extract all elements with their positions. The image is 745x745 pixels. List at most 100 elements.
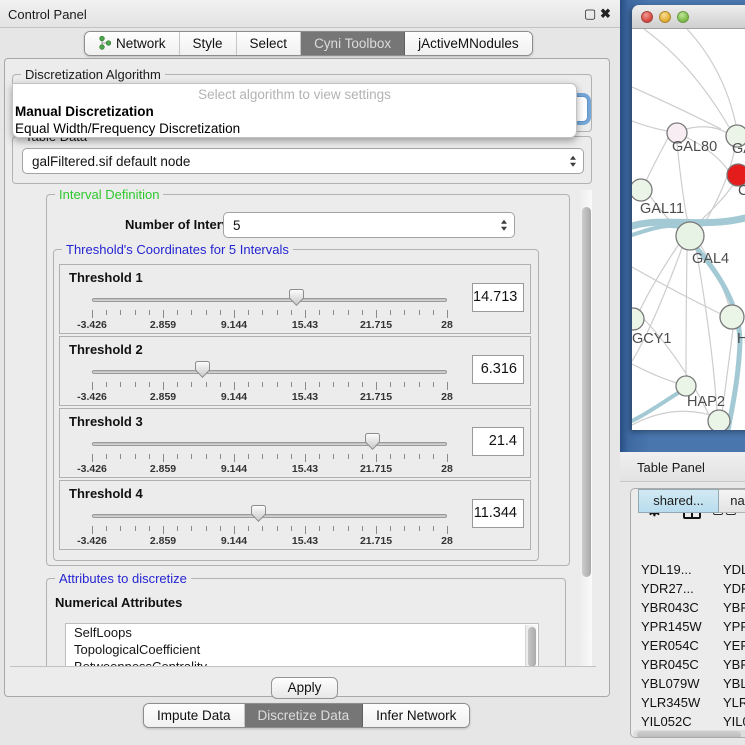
network-edge[interactable] [646, 138, 668, 181]
network-edge[interactable] [686, 127, 727, 133]
close-icon[interactable]: ✖ [600, 6, 611, 22]
tick-mark [419, 526, 420, 531]
bottom-tab-impute-data[interactable]: Impute Data [144, 704, 245, 727]
slider-track[interactable] [92, 370, 447, 374]
top-tab-cyni-toolbox[interactable]: Cyni Toolbox [301, 32, 405, 55]
number-of-intervals-select[interactable]: 5 [223, 212, 515, 238]
network-edge-thick[interactable] [632, 393, 678, 421]
tick-mark [220, 310, 221, 315]
scrollbar-thumb[interactable] [582, 207, 591, 577]
table-row[interactable]: YIL052CYIL052C [631, 714, 745, 728]
bottom-tab-discretize-data[interactable]: Discretize Data [245, 704, 364, 727]
tick-mark [376, 382, 377, 390]
table-row[interactable]: YLR345WYLR345W [631, 695, 745, 714]
table-row[interactable]: YBR045CYBR045C [631, 657, 745, 676]
network-node[interactable] [676, 376, 696, 396]
table-panel-titlebar: Table Panel [620, 452, 745, 482]
top-tab-select[interactable]: Select [237, 32, 302, 55]
network-edge[interactable] [686, 250, 687, 376]
cell-shared-name: YIL052C [641, 714, 692, 728]
numerical-attributes-list[interactable]: SelfLoopsTopologicalCoefficientBetweenne… [65, 623, 539, 666]
top-tab-style[interactable]: Style [180, 32, 237, 55]
table-row[interactable]: YDL19...YDL19... [631, 562, 745, 581]
network-node[interactable] [720, 305, 744, 329]
column-header-shared-name[interactable]: shared... [638, 489, 719, 513]
tick-mark [404, 382, 405, 387]
attribute-list-item[interactable]: SelfLoops [66, 624, 538, 641]
tick-mark [362, 310, 363, 315]
network-node[interactable] [676, 222, 704, 250]
tick-label: 21.715 [360, 319, 392, 331]
tab-label: Impute Data [157, 708, 231, 723]
column-header-name[interactable]: name [719, 489, 745, 513]
top-tab-network[interactable]: Network [85, 32, 180, 55]
top-tab-jactivemnodules[interactable]: jActiveMNodules [405, 32, 532, 55]
tick-label: 21.715 [360, 391, 392, 403]
tick-mark [106, 454, 107, 459]
close-traffic-light-icon[interactable] [641, 11, 653, 23]
threshold-value-field[interactable]: 11.344 [472, 499, 524, 528]
tick-mark [390, 454, 391, 459]
slider-thumb-icon[interactable] [195, 361, 210, 378]
threshold-label: Threshold 4 [69, 486, 143, 501]
tick-mark [291, 310, 292, 315]
network-edge[interactable] [632, 121, 668, 131]
table-horizontal-scrollbar[interactable] [633, 730, 745, 738]
zoom-traffic-light-icon[interactable] [677, 11, 689, 23]
attributes-list-scrollbar[interactable] [525, 625, 537, 666]
tick-label: 28 [441, 391, 453, 403]
tick-mark [92, 382, 93, 390]
table-row[interactable]: YER054CYER054C [631, 638, 745, 657]
slider-track[interactable] [92, 514, 447, 518]
slider-thumb-icon[interactable] [365, 433, 380, 450]
network-node-label: GAL11 [640, 201, 684, 217]
desktop-background: GAL80GAGAL11CGAL4GCY1HHAP2 [620, 0, 745, 452]
threshold-value-field[interactable]: 6.316 [472, 355, 524, 384]
attribute-list-item[interactable]: TopologicalCoefficient [66, 641, 538, 658]
algorithm-option[interactable]: Manual Discretization [13, 103, 576, 120]
tick-mark [163, 310, 164, 318]
table-row[interactable]: YDR27...YDR27... [631, 581, 745, 600]
settings-scrollbar[interactable] [580, 190, 592, 666]
slider-thumb-icon[interactable] [251, 505, 266, 522]
tick-mark [333, 454, 334, 459]
tick-mark [348, 310, 349, 315]
apply-button[interactable]: Apply [271, 677, 338, 699]
network-edge[interactable] [632, 267, 721, 314]
threshold-value-field[interactable]: 21.4 [472, 427, 524, 456]
scrollbar-thumb[interactable] [528, 627, 536, 666]
slider-track[interactable] [92, 298, 447, 302]
network-canvas[interactable]: GAL80GAGAL11CGAL4GCY1HHAP2 [632, 29, 745, 430]
tick-label: 15.43 [292, 463, 318, 475]
tick-mark [92, 310, 93, 318]
tick-label: 9.144 [221, 463, 247, 475]
bottom-tab-infer-network[interactable]: Infer Network [363, 704, 469, 727]
table-data-select[interactable]: galFiltered.sif default node [22, 148, 584, 174]
tick-mark [433, 526, 434, 531]
tick-label: 2.859 [150, 535, 176, 547]
tick-mark [135, 454, 136, 459]
cell-name: YLR345W [723, 695, 745, 710]
table-row[interactable]: YBR043CYBR043C [631, 600, 745, 619]
table-row[interactable]: YPR145WYPR145W [631, 619, 745, 638]
network-edge[interactable] [640, 244, 679, 310]
slider-thumb-icon[interactable] [289, 289, 304, 306]
threshold-value-field[interactable]: 14.713 [472, 283, 524, 312]
float-window-icon[interactable]: ▢ [584, 6, 596, 22]
scrollbar-thumb[interactable] [637, 731, 741, 738]
tick-mark [191, 526, 192, 531]
network-node[interactable] [708, 410, 730, 430]
minimize-traffic-light-icon[interactable] [659, 11, 671, 23]
table-row[interactable]: YBL079WYBL079W [631, 676, 745, 695]
network-node[interactable] [632, 179, 652, 201]
threshold-row: Threshold 3 -3.4262.8599.14415.4321.7152… [59, 408, 531, 478]
algorithm-option[interactable]: Equal Width/Frequency Discretization [13, 120, 576, 137]
slider-track[interactable] [92, 442, 447, 446]
tick-mark [277, 310, 278, 315]
network-node[interactable] [632, 308, 644, 330]
attribute-list-item[interactable]: BetweennessCentrality [66, 658, 538, 666]
algorithm-dropdown-popup: Select algorithm to view settings Manual… [12, 83, 577, 138]
tick-mark [433, 454, 434, 459]
network-edge[interactable] [632, 364, 677, 383]
tick-mark [305, 454, 306, 462]
